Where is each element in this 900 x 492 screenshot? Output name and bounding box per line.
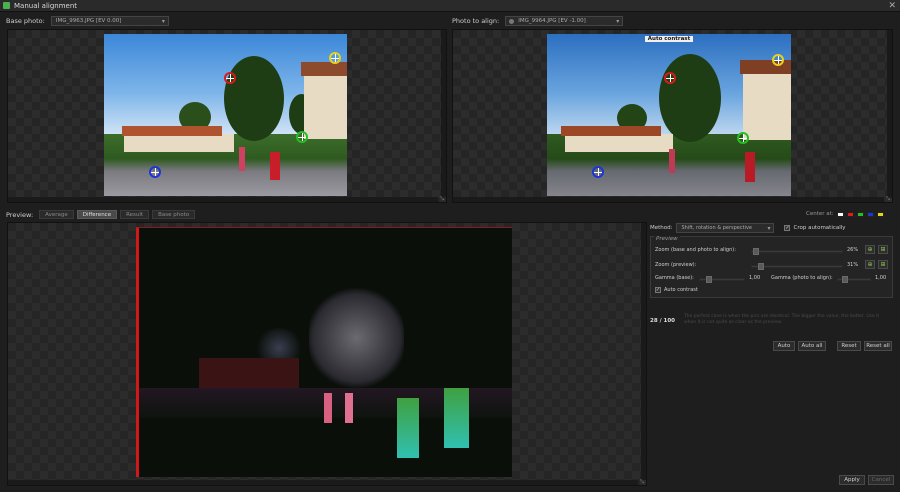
zoom-in-icon[interactable]: ⊕	[865, 260, 875, 269]
base-photo-row: Base photo: IMG_9963.JPG [EV 0.00] ▾	[6, 16, 169, 26]
method-select[interactable]: Shift, rotation & perspective ▾	[676, 223, 775, 233]
close-icon[interactable]: ✕	[888, 1, 896, 11]
reset-all-button[interactable]: Reset all	[864, 341, 892, 351]
center-yellow-button[interactable]	[876, 211, 884, 217]
resize-corner-icon[interactable]: ⤡	[884, 197, 892, 202]
vertical-scrollbar[interactable]	[441, 30, 446, 197]
gamma-align-value: 1,00	[875, 275, 887, 281]
preview-group: Preview Zoom (base and photo to align): …	[650, 236, 893, 298]
zoom-base-label: Zoom (base and photo to align):	[655, 247, 736, 253]
auto-contrast-row: ✓ Auto contrast	[655, 287, 698, 293]
tab-base-photo[interactable]: Base photo	[152, 210, 196, 219]
gamma-align-slider-thumb[interactable]	[842, 276, 848, 283]
gamma-base-label: Gamma (base):	[655, 275, 694, 281]
base-photo-select[interactable]: IMG_9963.JPG [EV 0.00] ▾	[50, 16, 169, 26]
photo-to-align-label: Photo to align:	[452, 17, 500, 25]
zoom-preview-slider-thumb[interactable]	[758, 263, 764, 270]
chevron-down-icon: ▾	[767, 225, 771, 232]
tab-difference[interactable]: Difference	[76, 210, 118, 219]
zoom-in-icon[interactable]: ⊕	[865, 245, 875, 254]
preview-label: Preview:	[6, 210, 34, 219]
auto-all-button[interactable]: Auto all	[798, 341, 826, 351]
method-value: Shift, rotation & perspective	[681, 225, 753, 231]
yellow-marker-icon[interactable]	[329, 52, 341, 64]
window-title: Manual alignment	[14, 1, 78, 10]
method-row: Method: Shift, rotation & perspective ▾ …	[650, 223, 846, 233]
preview-group-title: Preview	[654, 236, 680, 242]
green-marker-icon[interactable]	[296, 131, 308, 143]
vertical-scrollbar[interactable]	[641, 223, 646, 480]
resize-corner-icon[interactable]: ⤡	[438, 197, 446, 202]
blue-marker-icon[interactable]	[149, 166, 161, 178]
app-icon	[3, 2, 10, 9]
base-photo-panel[interactable]: ⤡	[7, 29, 447, 203]
yellow-marker-icon[interactable]	[772, 54, 784, 66]
preview-tabs: Preview: Average Difference Result Base …	[6, 210, 198, 219]
score-help-text: The perfect case is when the pics are id…	[684, 314, 880, 325]
horizontal-scrollbar[interactable]	[453, 197, 884, 202]
center-blue-button[interactable]	[866, 211, 874, 217]
apply-button[interactable]: Apply	[839, 475, 865, 485]
center-at-label: Center at:	[806, 211, 834, 217]
center-white-button[interactable]	[836, 211, 844, 217]
auto-contrast-overlay: Auto contrast	[644, 36, 694, 42]
photo-to-align-image: Auto contrast	[547, 34, 791, 196]
gamma-align-label: Gamma (photo to align):	[771, 275, 833, 281]
tab-result[interactable]: Result	[120, 210, 150, 219]
chevron-down-icon: ▾	[161, 18, 165, 25]
center-red-button[interactable]	[846, 211, 854, 217]
method-label: Method:	[650, 225, 673, 231]
zoom-preview-value: 31%	[847, 262, 859, 268]
crop-checkbox[interactable]: ✓	[784, 225, 791, 231]
photo-to-align-select[interactable]: IMG_9964.JPG [EV -1.00] ▾	[505, 16, 624, 26]
tab-average[interactable]: Average	[39, 210, 74, 219]
green-marker-icon[interactable]	[737, 132, 749, 144]
red-marker-icon[interactable]	[224, 72, 236, 84]
red-marker-icon[interactable]	[664, 72, 676, 84]
base-photo-label: Base photo:	[6, 17, 45, 25]
photo-to-align-value: IMG_9964.JPG [EV -1.00]	[518, 18, 586, 24]
cancel-button[interactable]: Cancel	[868, 475, 894, 485]
center-green-button[interactable]	[856, 211, 864, 217]
photo-to-align-row: Photo to align: IMG_9964.JPG [EV -1.00] …	[452, 16, 624, 26]
horizontal-scrollbar[interactable]	[8, 197, 438, 202]
zoom-preview-slider[interactable]	[751, 263, 843, 270]
base-photo-value: IMG_9963.JPG [EV 0.00]	[55, 18, 122, 24]
photo-status-icon	[509, 19, 515, 24]
resize-corner-icon[interactable]: ⤡	[638, 480, 646, 485]
gamma-base-slider[interactable]	[699, 276, 745, 283]
zoom-preview-label: Zoom (preview):	[655, 262, 697, 268]
zoom-fit-icon[interactable]: ⊞	[878, 245, 888, 254]
base-photo-image	[104, 34, 347, 196]
difference-preview-panel[interactable]: ⤡	[7, 222, 647, 486]
auto-button[interactable]: Auto	[773, 341, 795, 351]
horizontal-scrollbar[interactable]	[8, 480, 638, 485]
zoom-base-slider-thumb[interactable]	[753, 248, 759, 255]
zoom-fit-icon[interactable]: ⊞	[878, 260, 888, 269]
reset-button[interactable]: Reset	[837, 341, 861, 351]
zoom-base-value: 26%	[847, 247, 859, 253]
alignment-score: 28 / 100	[650, 318, 675, 324]
crop-label: Crop automatically	[793, 225, 846, 231]
photo-to-align-panel[interactable]: Auto contrast ⤡	[452, 29, 893, 203]
gamma-align-slider[interactable]	[837, 276, 871, 283]
gamma-base-value: 1,00	[749, 275, 761, 281]
auto-contrast-label: Auto contrast	[664, 287, 698, 293]
center-at: Center at:	[806, 211, 884, 217]
zoom-base-slider[interactable]	[751, 248, 843, 255]
gamma-base-slider-thumb[interactable]	[706, 276, 712, 283]
title-bar: Manual alignment ✕	[0, 0, 900, 12]
difference-image	[136, 227, 512, 477]
blue-marker-icon[interactable]	[592, 166, 604, 178]
vertical-scrollbar[interactable]	[887, 30, 892, 197]
auto-contrast-checkbox[interactable]: ✓	[655, 287, 661, 293]
chevron-down-icon: ▾	[616, 18, 620, 25]
